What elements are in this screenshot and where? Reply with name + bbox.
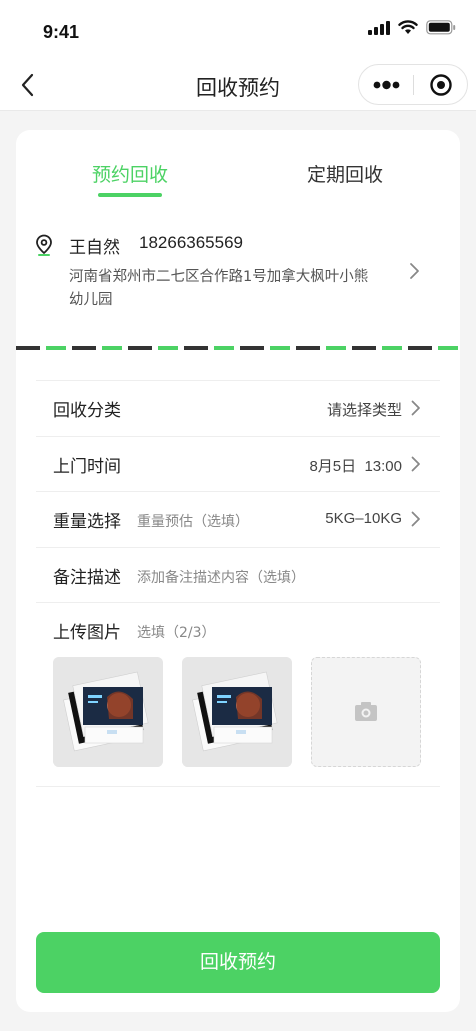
upload-hint: 选填（2/3）	[137, 625, 216, 641]
magazine-photo	[53, 657, 163, 767]
chevron-right-icon	[411, 456, 420, 472]
visit-time-label: 上门时间	[53, 457, 121, 477]
category-value: 请选择类型	[326, 402, 402, 419]
chevron-right-icon	[411, 400, 420, 416]
status-time: 9:41	[43, 22, 80, 42]
category-row[interactable]: 回收分类 请选择类型	[36, 380, 440, 435]
weight-row[interactable]: 重量选择 重量预估（选填） 5KG–10KG	[36, 491, 440, 546]
more-dots-icon	[373, 80, 400, 90]
signal-icon	[368, 20, 390, 35]
chevron-right-icon	[411, 511, 420, 527]
visit-time-value: 8月5日 13:00	[309, 458, 402, 475]
magazine-photo	[182, 657, 292, 767]
close-miniprogram-button[interactable]	[414, 65, 468, 104]
add-photo-button[interactable]	[311, 657, 421, 767]
remark-input[interactable]: 添加备注描述内容（选填）	[137, 567, 305, 587]
remark-label: 备注描述	[53, 568, 121, 588]
category-label: 回收分类	[53, 401, 121, 421]
status-icons	[368, 20, 456, 35]
more-button[interactable]	[359, 65, 414, 104]
tab-active-indicator	[98, 193, 162, 197]
envelope-stripe-divider	[16, 346, 460, 350]
weight-label: 重量选择	[53, 512, 121, 532]
submit-appointment-button[interactable]: 回收预约	[36, 932, 440, 993]
uploaded-photo-1[interactable]	[53, 657, 163, 767]
weight-hint: 重量预估（选填）	[137, 514, 249, 530]
wifi-icon	[398, 20, 418, 34]
target-icon	[430, 74, 452, 96]
upload-section: 上传图片 选填（2/3）	[36, 602, 440, 787]
address-selector[interactable]: 王自然 18266365569 河南省郑州市二七区合作路1号加拿大枫叶小熊幼儿园	[16, 225, 460, 325]
battery-icon	[426, 20, 456, 35]
appointment-card: 预约回收 定期回收 王自然 18266365569 河南省郑州市二七区合作路1号…	[16, 130, 460, 1012]
mini-program-capsule	[358, 64, 468, 105]
contact-phone: 18266365569	[139, 233, 244, 252]
chevron-right-icon	[410, 263, 419, 279]
nav-bar: 回收预约	[0, 60, 476, 111]
uploaded-photo-2[interactable]	[182, 657, 292, 767]
remark-row[interactable]: 备注描述 添加备注描述内容（选填）	[36, 547, 440, 602]
contact-name: 王自然	[69, 238, 120, 258]
tab-scheduled-recycle[interactable]: 定期回收	[307, 160, 383, 187]
address-detail: 河南省郑州市二七区合作路1号加拿大枫叶小熊幼儿园	[69, 269, 369, 308]
upload-label: 上传图片	[53, 623, 121, 643]
tab-appointment-recycle[interactable]: 预约回收	[92, 160, 168, 187]
location-pin-icon	[36, 234, 52, 256]
camera-icon	[355, 702, 377, 721]
status-bar: 9:41	[0, 0, 476, 60]
visit-time-row[interactable]: 上门时间 8月5日 13:00	[36, 436, 440, 491]
weight-value: 5KG–10KG	[325, 510, 402, 527]
